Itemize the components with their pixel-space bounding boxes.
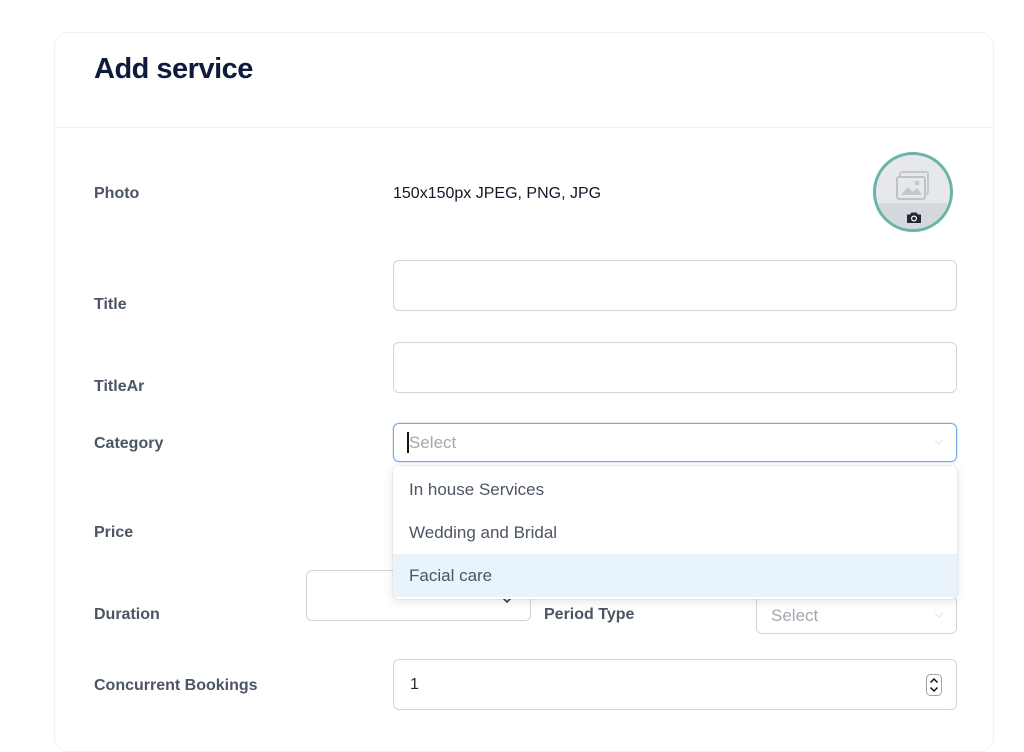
concurrent-bookings-label: Concurrent Bookings (94, 677, 258, 694)
period-type-select[interactable]: Select (756, 596, 957, 634)
category-option-wedding-and-bridal[interactable]: Wedding and Bridal (393, 511, 957, 554)
price-label: Price (94, 524, 134, 541)
title-input[interactable] (393, 260, 957, 311)
photo-upload-button[interactable] (873, 152, 953, 232)
photo-label: Photo (94, 185, 140, 202)
period-type-placeholder: Select (771, 606, 819, 625)
chevron-down-icon (934, 439, 944, 445)
category-dropdown-menu: In house Services Wedding and Bridal Fac… (393, 466, 957, 599)
page-title: Add service (94, 53, 253, 85)
period-type-label: Period Type (544, 606, 635, 623)
concurrent-bookings-value: 1 (410, 676, 419, 693)
photo-format-hint: 150x150px JPEG, PNG, JPG (393, 185, 602, 202)
category-option-in-house-services[interactable]: In house Services (393, 468, 957, 511)
camera-icon (907, 212, 921, 223)
concurrent-bookings-input[interactable]: 1 (393, 659, 957, 710)
title-ar-label: TitleAr (94, 378, 145, 395)
number-stepper-icon[interactable] (926, 674, 942, 696)
title-label: Title (94, 296, 127, 313)
add-service-card: Add service Photo 150x150px JPEG, PNG, J… (54, 32, 994, 752)
category-option-facial-care[interactable]: Facial care (393, 554, 957, 597)
duration-label: Duration (94, 606, 160, 623)
chevron-down-icon (934, 612, 944, 618)
title-ar-input[interactable] (393, 342, 957, 393)
card-header: Add service (55, 33, 993, 128)
category-placeholder: Select (409, 433, 457, 452)
category-label: Category (94, 435, 164, 452)
category-select[interactable]: Select (393, 423, 957, 462)
image-placeholder-icon (896, 171, 929, 200)
